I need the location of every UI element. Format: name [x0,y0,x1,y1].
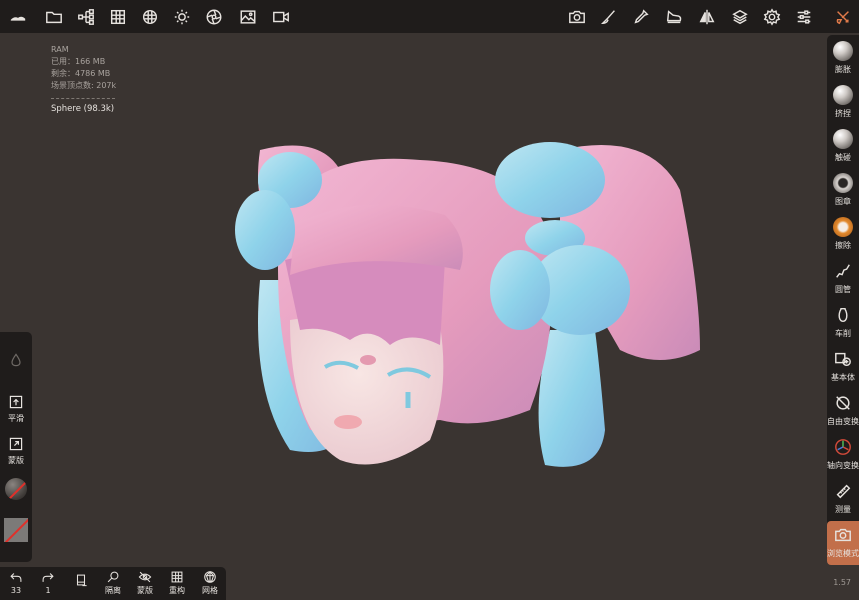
tool-sidebar: 膨胀 挤捏 触碰 图章 擦除 圆管 车削 基本体 自由变换 轴向变换 测量 浏览… [827,35,859,565]
scene-vertices: 场景顶点数: 207k [51,81,117,90]
tool-label: 车削 [835,329,851,338]
radius-control[interactable] [0,352,32,368]
tool-label: 膨胀 [835,65,851,74]
primitive-icon [832,348,854,370]
sculpt-model[interactable] [230,130,710,480]
brush-settings-panel: 平滑 蒙版 [0,332,32,562]
undo-count: 33 [10,586,22,595]
smooth-label: 平滑 [8,414,24,423]
erase-icon [832,216,854,238]
gizmo-icon [832,436,854,458]
tool-gizmo[interactable]: 轴向变换 [827,433,859,477]
grid-icon[interactable] [105,4,131,30]
stamp-icon [832,172,854,194]
tool-label: 图章 [835,197,851,206]
ruler-icon [832,480,854,502]
bottom-toolbar: 33 1 隔离 蒙版 重构 网格 [0,567,226,600]
undo-button[interactable]: 33 [1,570,31,596]
inflate-icon [832,40,854,62]
smudge-icon [832,128,854,150]
mask-label: 蒙版 [8,456,24,465]
texture-icon[interactable] [137,4,163,30]
pinch-icon [832,84,854,106]
hide-mask-button[interactable]: 蒙版 [130,570,160,596]
isolate-label: 隔离 [105,586,121,595]
search-icon [107,571,119,583]
color-swatch[interactable] [0,518,32,542]
droplet-icon [11,353,21,367]
tools-icon[interactable] [830,4,856,30]
redo-icon [42,573,54,582]
mask-icon [9,437,23,451]
camera-icon [832,524,854,546]
tool-label: 擦除 [835,241,851,250]
redo-button[interactable]: 1 [33,570,63,596]
tool-free-transform[interactable]: 自由变换 [827,389,859,433]
tool-view-mode[interactable]: 浏览模式 [827,521,859,565]
eye-off-icon [138,571,152,583]
light-icon[interactable] [169,4,195,30]
settings-icon[interactable] [759,4,785,30]
tool-label: 挤捏 [835,109,851,118]
layers-icon[interactable] [727,4,753,30]
tool-primitive[interactable]: 基本体 [827,345,859,389]
folder-icon[interactable] [41,4,67,30]
scene-stats: RAM 已用：166 MB 剩余：4786 MB 场景顶点数: 207k Sph… [51,44,116,115]
dropper-icon[interactable] [628,4,654,30]
ram-used: 已用：166 MB [51,57,106,66]
grid-icon [171,571,183,583]
tool-label: 浏览模式 [827,549,859,558]
undo-icon [10,573,22,582]
brush-icon[interactable] [596,4,622,30]
tool-inflate[interactable]: 膨胀 [827,37,859,81]
tool-label: 触碰 [835,153,851,162]
mask-label: 蒙版 [137,586,153,595]
wireframe-label: 网格 [202,586,218,595]
tool-label: 基本体 [831,373,855,382]
wireframe-icon [204,570,216,583]
tool-label: 圆管 [835,285,851,294]
video-icon[interactable] [268,4,294,30]
scene-button[interactable] [66,573,96,587]
sliders-icon[interactable] [791,4,817,30]
redo-count: 1 [45,586,51,595]
ram-label: RAM [51,45,69,54]
color-square-icon [4,518,28,542]
tool-pinch[interactable]: 挤捏 [827,81,859,125]
tool-label: 轴向变换 [827,461,859,470]
tool-erase[interactable]: 擦除 [827,213,859,257]
tool-tube[interactable]: 圆管 [827,257,859,301]
tool-smudge[interactable]: 触碰 [827,125,859,169]
hierarchy-icon[interactable] [73,4,99,30]
upload-icon [9,395,23,409]
isolate-button[interactable]: 隔离 [98,570,128,596]
top-toolbar [0,0,859,33]
version-label: 1.57 [833,578,851,587]
document-icon [76,574,87,587]
mesh-name[interactable]: Sphere (98.3k) [51,103,116,115]
remesh-button[interactable]: 重构 [162,570,192,596]
symmetry-icon[interactable] [694,4,720,30]
remesh-label: 重构 [169,586,185,595]
tool-stamp[interactable]: 图章 [827,169,859,213]
tool-label: 测量 [835,505,851,514]
image-icon[interactable] [235,4,261,30]
material-ball-icon [5,478,27,500]
film-icon[interactable] [201,4,227,30]
tube-icon [832,260,854,282]
free-transform-icon [832,392,854,414]
lathe-icon [832,304,854,326]
logo-icon[interactable] [5,4,31,30]
tool-lathe[interactable]: 车削 [827,301,859,345]
tool-ruler[interactable]: 测量 [827,477,859,521]
material-swatch[interactable] [0,478,32,500]
camera-icon[interactable] [564,4,590,30]
tool-label: 自由变换 [827,417,859,426]
boot-icon[interactable] [661,4,687,30]
mask-button[interactable]: 蒙版 [0,436,32,466]
divider [51,98,115,99]
smooth-button[interactable]: 平滑 [0,394,32,424]
wireframe-button[interactable]: 网格 [195,570,225,596]
ram-free: 剩余：4786 MB [51,69,111,78]
